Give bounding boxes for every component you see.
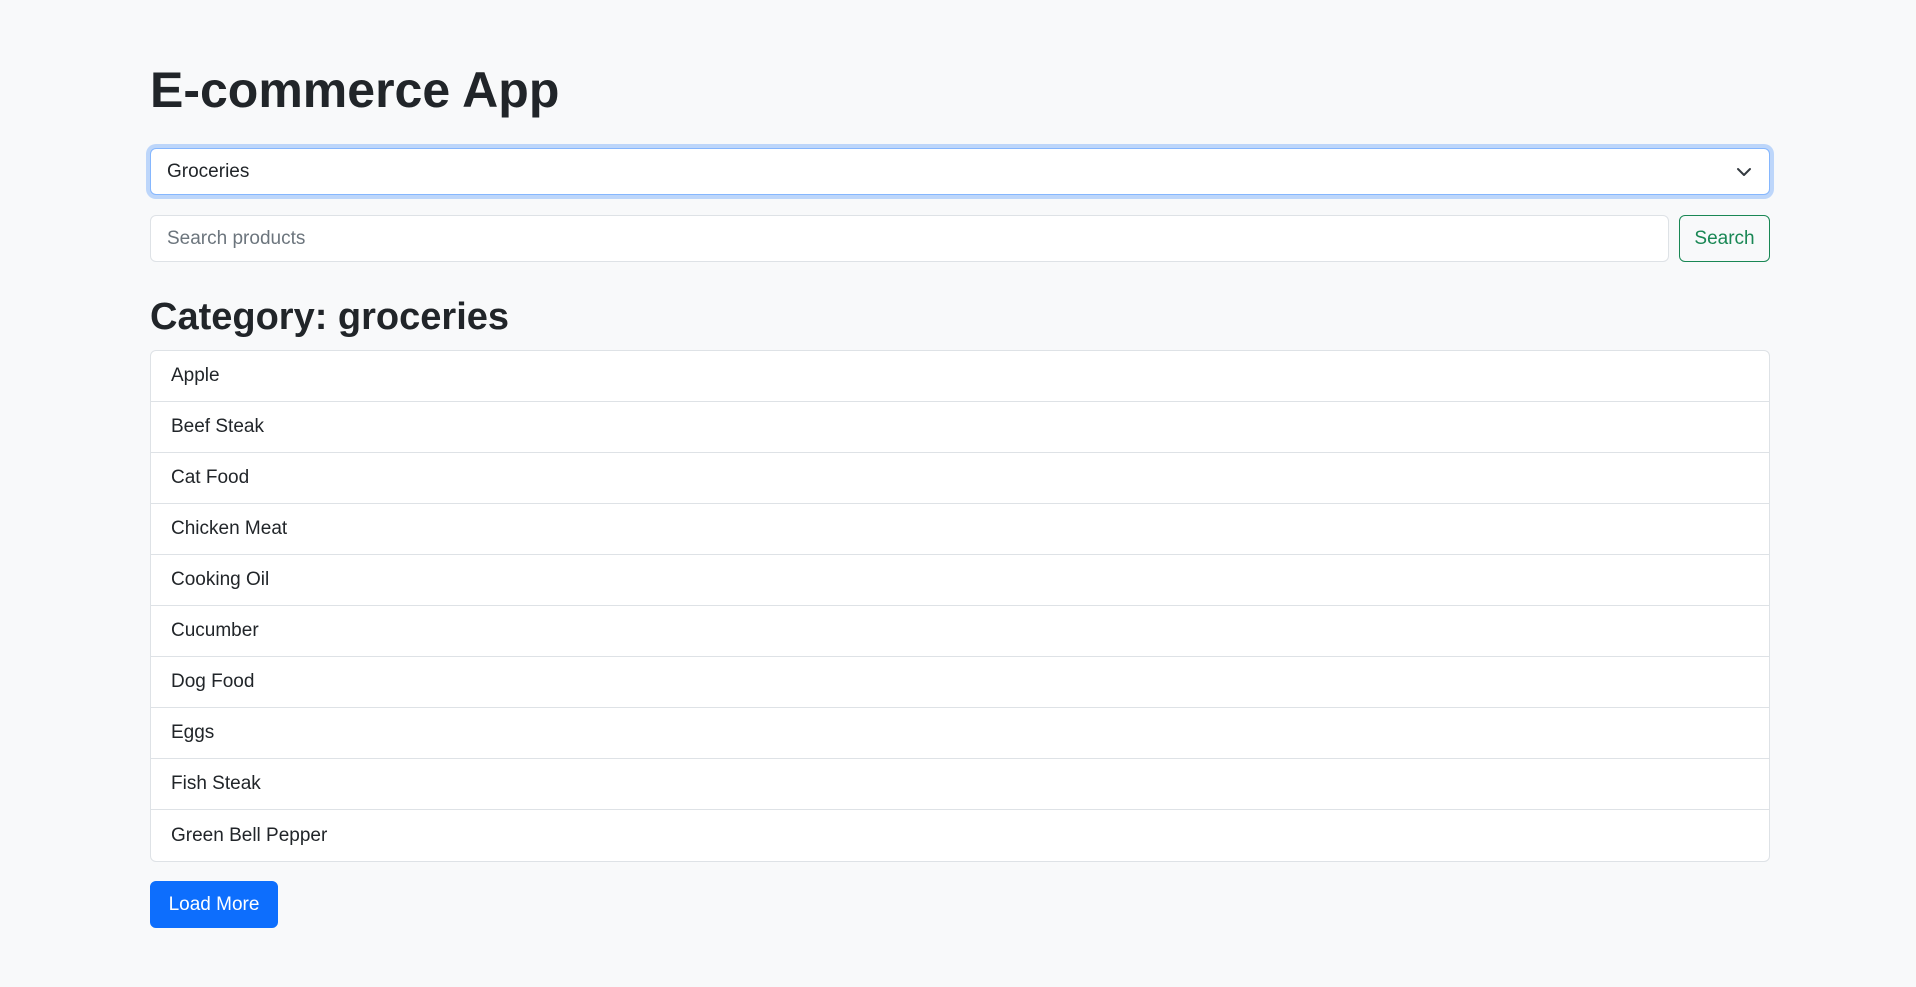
- list-item[interactable]: Green Bell Pepper: [151, 810, 1769, 861]
- list-item[interactable]: Cooking Oil: [151, 555, 1769, 606]
- list-item[interactable]: Cucumber: [151, 606, 1769, 657]
- page-title: E-commerce App: [150, 62, 560, 118]
- list-item[interactable]: Cat Food: [151, 453, 1769, 504]
- chevron-down-icon: [1735, 163, 1753, 181]
- product-list: Apple Beef Steak Cat Food Chicken Meat C…: [150, 350, 1770, 862]
- category-select-value: Groceries: [167, 160, 250, 182]
- search-input[interactable]: [150, 215, 1669, 262]
- list-item[interactable]: Chicken Meat: [151, 504, 1769, 555]
- category-heading: Category: groceries: [150, 296, 510, 338]
- list-item[interactable]: Fish Steak: [151, 759, 1769, 810]
- category-select[interactable]: Groceries: [150, 148, 1770, 195]
- list-item[interactable]: Beef Steak: [151, 402, 1769, 453]
- list-item[interactable]: Eggs: [151, 708, 1769, 759]
- list-item[interactable]: Dog Food: [151, 657, 1769, 708]
- load-more-button[interactable]: Load More: [150, 881, 278, 928]
- search-button[interactable]: Search: [1679, 215, 1770, 262]
- list-item[interactable]: Apple: [151, 351, 1769, 402]
- search-row: Search: [150, 215, 1770, 262]
